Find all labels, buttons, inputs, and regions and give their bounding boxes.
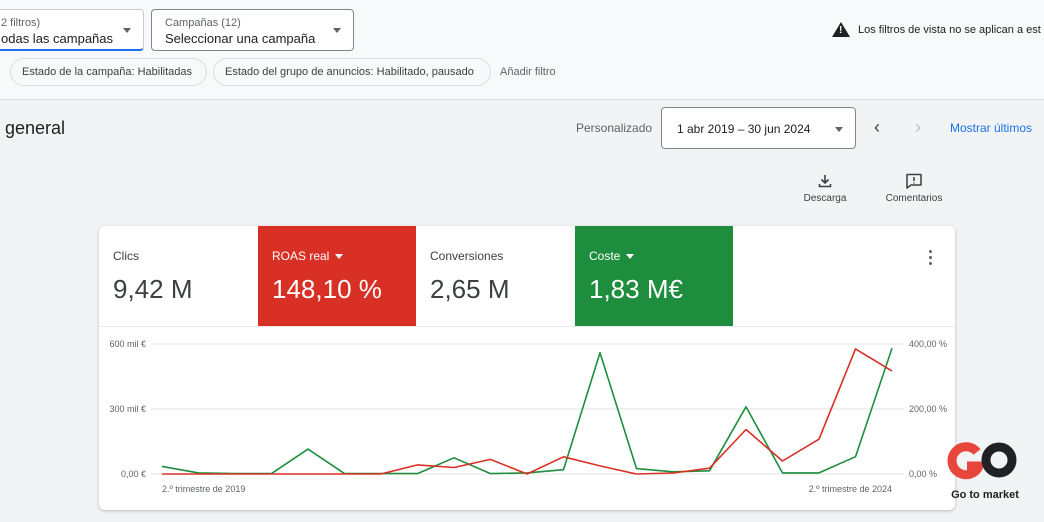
left-axis-tick: 600 mil € — [109, 339, 146, 349]
left-axis-tick: 0,00 € — [121, 469, 146, 479]
left-axis-tick: 300 mil € — [109, 404, 146, 414]
view-selector[interactable]: 2 filtros) odas las campañas — [0, 9, 144, 51]
x-axis-tick: 2.º trimestre de 2019 — [162, 484, 245, 494]
warning-text: Los filtros de vista no se aplican a est — [858, 23, 1041, 36]
download-label: Descarga — [803, 193, 847, 204]
view-selector-value: odas las campañas — [1, 31, 114, 46]
comment-icon — [906, 173, 922, 189]
download-button[interactable]: Descarga — [800, 173, 850, 204]
x-axis-tick: 2.º trimestre de 2024 — [809, 484, 892, 494]
date-range-label: Personalizado — [576, 121, 653, 135]
logo-icon — [947, 442, 1017, 480]
series-line-roas-real — [162, 348, 893, 475]
filter-chip-adgroup-status[interactable]: Estado del grupo de anuncios: Habilitado… — [213, 58, 491, 86]
series-line-coste — [161, 348, 893, 475]
chevron-left-icon[interactable]: ‹ — [867, 117, 887, 137]
date-range-value: 1 abr 2019 – 30 jun 2024 — [677, 122, 811, 136]
chevron-down-icon — [123, 28, 131, 33]
campaign-selector[interactable]: Campañas (12) Seleccionar una campaña — [151, 9, 354, 51]
campaign-selector-count: Campañas (12) — [165, 17, 241, 29]
filter-chip-campaign-status[interactable]: Estado de la campaña: Habilitadas — [10, 58, 207, 86]
filter-chip-label: Estado de la campaña: Habilitadas — [22, 66, 192, 78]
view-filter-warning: Los filtros de vista no se aplican a est — [832, 22, 1041, 37]
chevron-down-icon — [835, 127, 843, 132]
warning-icon — [832, 22, 850, 37]
overview-card: Clics 9,42 M ROAS real 148,10 % Conversi… — [99, 226, 955, 510]
chevron-right-icon[interactable]: › — [908, 117, 928, 137]
filter-chip-label: Estado del grupo de anuncios: Habilitado… — [225, 66, 474, 78]
add-filter-button[interactable]: Añadir filtro — [500, 66, 556, 78]
performance-chart: 600 mil € 400,00 % 300 mil € 200,00 % 0,00 €… — [109, 339, 947, 494]
comments-label: Comentarios — [885, 193, 943, 204]
right-axis-tick: 0,00 % — [909, 469, 937, 479]
page-title: general — [5, 118, 66, 138]
show-last-button[interactable]: Mostrar últimos — [950, 121, 1032, 135]
comments-button[interactable]: Comentarios — [880, 173, 948, 204]
campaign-selector-value: Seleccionar una campaña — [165, 31, 316, 46]
go-to-market-logo: Go to market — [940, 440, 1030, 501]
download-icon — [818, 175, 832, 188]
date-range-selector[interactable]: 1 abr 2019 – 30 jun 2024 — [661, 107, 856, 149]
view-selector-count: 2 filtros) — [1, 17, 41, 29]
chevron-down-icon — [333, 28, 341, 33]
logo-text: Go to market — [951, 489, 1019, 501]
right-axis-tick: 400,00 % — [909, 339, 947, 349]
right-axis-tick: 200,00 % — [909, 404, 947, 414]
